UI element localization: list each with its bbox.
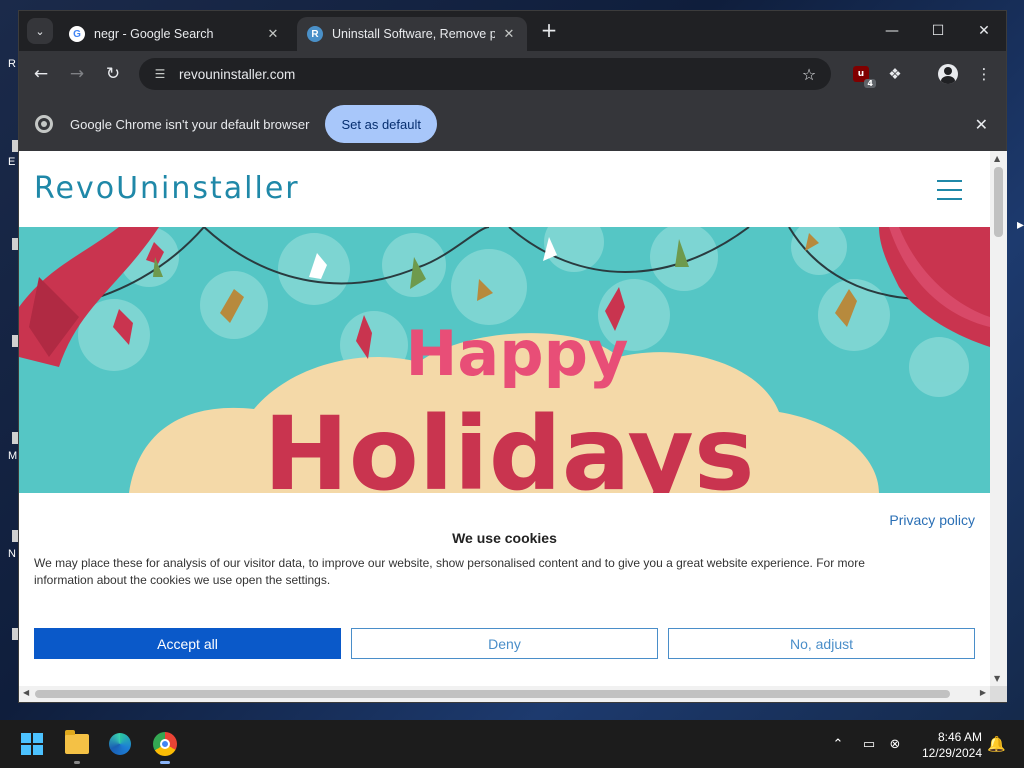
address-text[interactable]: revouninstaller.com xyxy=(179,67,797,82)
set-as-default-button[interactable]: Set as default xyxy=(325,105,437,143)
adjust-button[interactable]: No, adjust xyxy=(668,628,975,659)
ublock-icon: u4 xyxy=(853,66,876,88)
forward-button[interactable]: → xyxy=(65,62,89,86)
site-info-icon[interactable]: ☰ xyxy=(149,67,171,81)
chrome-icon xyxy=(153,732,177,756)
scrollbar-corner xyxy=(990,686,1007,702)
vertical-scrollbar[interactable]: ▲ ▼ xyxy=(990,151,1007,686)
hamburger-menu-icon[interactable] xyxy=(937,180,962,200)
privacy-policy-link[interactable]: Privacy policy xyxy=(889,512,975,528)
holiday-illustration: Happy Holidays xyxy=(19,227,990,493)
extension-badge: 4 xyxy=(864,79,876,88)
scroll-thumb[interactable] xyxy=(994,167,1003,237)
extensions-puzzle-icon[interactable]: ❖ xyxy=(883,62,907,86)
close-window-button[interactable]: ✕ xyxy=(961,11,1007,51)
cookie-consent-panel: Privacy policy We use cookies We may pla… xyxy=(19,493,990,686)
close-icon[interactable]: ✕ xyxy=(501,26,517,42)
windows-logo-icon xyxy=(21,733,43,755)
scroll-left-icon[interactable]: ◀ xyxy=(23,688,29,697)
windows-taskbar: ⌃ ▭ ⊗ 8:46 AM 12/29/2024 🔔 xyxy=(0,720,1024,768)
revo-logo[interactable]: RevoUninstaller xyxy=(34,171,300,206)
page-viewport: RevoUninstaller Happy Holidays Privacy p… xyxy=(19,151,990,686)
profile-button[interactable] xyxy=(936,62,960,86)
maximize-button[interactable]: ☐ xyxy=(915,11,961,51)
chevron-down-icon: ⌄ xyxy=(35,24,45,38)
avatar xyxy=(938,64,958,84)
chrome-taskbar-button[interactable] xyxy=(147,726,183,764)
desktop-label: E xyxy=(8,156,16,168)
mouse-cursor-icon: ▸ xyxy=(1017,217,1024,233)
tab-search-button[interactable]: ⌄ xyxy=(27,18,53,44)
edge-icon xyxy=(109,733,131,755)
accept-all-button[interactable]: Accept all xyxy=(34,628,341,659)
browser-window: ⌄ G negr - Google Search ✕ R Uninstall S… xyxy=(18,10,1007,703)
scroll-right-icon[interactable]: ▶ xyxy=(980,688,986,697)
tab-strip: ⌄ G negr - Google Search ✕ R Uninstall S… xyxy=(19,11,1006,51)
edge-button[interactable] xyxy=(102,726,138,762)
deny-button[interactable]: Deny xyxy=(351,628,658,659)
notification-bell-icon[interactable]: 🔔 xyxy=(987,735,1006,753)
ublock-extension-button[interactable]: u4 xyxy=(849,62,876,88)
tab-google-search[interactable]: G negr - Google Search ✕ xyxy=(59,17,291,51)
system-clock[interactable]: 8:46 AM 12/29/2024 xyxy=(912,729,982,761)
hero-holidays-text: Holidays xyxy=(263,395,754,493)
holiday-hero-banner: Happy Holidays xyxy=(19,227,990,493)
google-icon: G xyxy=(69,26,85,42)
menu-kebab-icon[interactable]: ⋮ xyxy=(972,62,996,86)
default-browser-infobar: Google Chrome isn't your default browser… xyxy=(19,97,1006,151)
site-header: RevoUninstaller xyxy=(19,151,990,227)
clock-date: 12/29/2024 xyxy=(921,746,982,760)
tab-title: negr - Google Search xyxy=(94,27,214,41)
close-icon[interactable]: ✕ xyxy=(975,115,988,134)
file-explorer-button[interactable] xyxy=(59,726,95,764)
start-button[interactable] xyxy=(14,726,50,762)
clock-time: 8:46 AM xyxy=(937,730,982,744)
chevron-up-icon[interactable]: ⌃ xyxy=(828,720,848,768)
revo-icon: R xyxy=(307,26,323,42)
cookie-heading: We use cookies xyxy=(452,530,557,546)
address-bar[interactable]: ☰ revouninstaller.com ☆ xyxy=(139,58,831,90)
folder-icon xyxy=(65,730,89,754)
volume-muted-icon[interactable]: ⊗ xyxy=(884,720,906,768)
horizontal-scrollbar[interactable]: ◀ ▶ xyxy=(19,686,990,702)
new-tab-button[interactable]: + xyxy=(538,20,560,42)
chrome-logo-icon xyxy=(35,115,53,133)
browser-toolbar: ← → ↻ ☰ revouninstaller.com ☆ u4 ❖ ⋮ xyxy=(19,51,1006,97)
close-icon[interactable]: ✕ xyxy=(265,26,281,42)
tab-revo-uninstaller[interactable]: R Uninstall Software, Remove pro ✕ xyxy=(297,17,527,51)
network-icon[interactable]: ▭ xyxy=(858,720,880,768)
cookie-description: We may place these for analysis of our v… xyxy=(34,556,865,587)
scroll-thumb[interactable] xyxy=(35,690,950,698)
desktop-label: M xyxy=(8,450,18,462)
reload-button[interactable]: ↻ xyxy=(101,62,125,86)
minimize-button[interactable]: — xyxy=(869,11,915,51)
tab-title: Uninstall Software, Remove pro xyxy=(332,27,495,41)
back-button[interactable]: ← xyxy=(29,62,53,86)
desktop-label: R xyxy=(8,58,16,70)
desktop-label: N xyxy=(8,548,16,560)
infobar-message: Google Chrome isn't your default browser xyxy=(70,116,310,132)
hero-happy-text: Happy xyxy=(406,317,629,390)
scroll-down-icon[interactable]: ▼ xyxy=(994,674,1000,683)
scroll-up-icon[interactable]: ▲ xyxy=(994,154,1000,163)
bookmark-star-icon[interactable]: ☆ xyxy=(797,65,821,84)
